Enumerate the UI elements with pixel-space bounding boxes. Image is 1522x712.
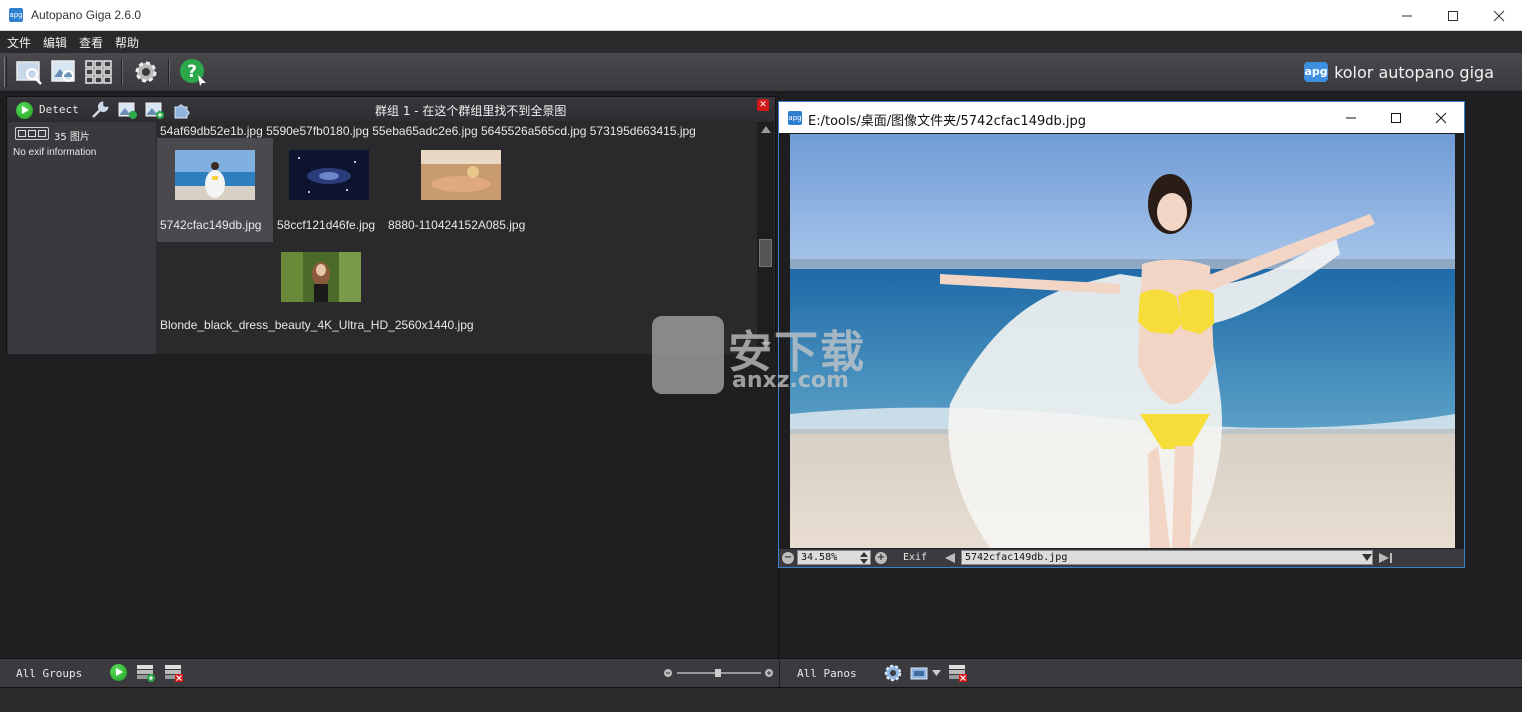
file-select-dropdown-icon[interactable] xyxy=(1362,554,1372,561)
viewer-title-bar: apg E:/tools/桌面/图像文件夹/5742cfac149db.jpg xyxy=(779,102,1464,133)
menu-view[interactable]: 查看 xyxy=(79,34,103,51)
viewer-minimize-button[interactable] xyxy=(1328,102,1374,133)
toolbar-grip[interactable] xyxy=(4,57,7,87)
scroll-thumb[interactable] xyxy=(759,239,772,267)
image-count: 35 图片 xyxy=(54,132,90,143)
close-icon xyxy=(1493,10,1505,21)
close-icon xyxy=(1435,112,1447,123)
toolbar-separator xyxy=(121,59,123,85)
brand-logo: apg kolor autopano giga xyxy=(1304,62,1494,82)
thumbnail-label: 58ccf121d46fe.jpg xyxy=(277,218,376,232)
maximize-icon xyxy=(1391,112,1401,123)
thumbnail-zoom-slider[interactable] xyxy=(663,668,775,678)
thumbnail-58ccf121d46fe[interactable] xyxy=(289,150,369,200)
status-bar xyxy=(0,687,1522,712)
thumbnail-label: 8880-110424152A085.jpg xyxy=(388,218,526,232)
remove-pano-icon[interactable] xyxy=(948,663,968,683)
group-header: Detect 群组 1 - 在这个群组里找不到全景图 ✕ xyxy=(7,97,775,121)
preview-image xyxy=(790,134,1455,548)
file-select[interactable]: 5742cfac149db.jpg xyxy=(961,550,1373,565)
exif-button[interactable]: Exif xyxy=(903,552,927,563)
group-info-sidebar: 35 图片 No exif information xyxy=(8,122,156,354)
exif-info: No exif information xyxy=(13,147,97,158)
puzzle-icon[interactable] xyxy=(172,100,192,120)
detect-play-icon[interactable] xyxy=(16,102,33,119)
all-groups-label: All Groups xyxy=(16,667,83,680)
thumbnail-8880-110424152A085[interactable] xyxy=(421,150,501,200)
menu-help[interactable]: 帮助 xyxy=(115,34,139,51)
groups-bottom-bar: All Groups xyxy=(0,658,779,687)
partial-row-filenames: 54af69db52e1b.jpg 5590e57fb0180.jpg 55eb… xyxy=(160,124,696,138)
scroll-up-arrow[interactable] xyxy=(761,126,771,133)
brand-text: kolor autopano giga xyxy=(1334,62,1494,82)
last-image-bar xyxy=(1390,553,1392,563)
toolbar-separator xyxy=(168,59,170,85)
viewer-app-icon: apg xyxy=(788,111,802,125)
prev-image-icon[interactable] xyxy=(945,553,955,563)
window-title: Autopano Giga 2.6.0 xyxy=(31,8,142,22)
group-title: 群组 1 - 在这个群组里找不到全景图 xyxy=(375,104,567,118)
zoom-in-button[interactable]: + xyxy=(875,552,887,564)
viewer-title: E:/tools/桌面/图像文件夹/5742cfac149db.jpg xyxy=(808,114,1086,129)
next-image-icon[interactable] xyxy=(1379,553,1389,563)
group-detect-icon[interactable] xyxy=(84,57,114,87)
viewer-maximize-button[interactable] xyxy=(1373,102,1419,133)
detect-button[interactable]: Detect xyxy=(39,103,79,116)
zoom-out-button[interactable]: − xyxy=(782,552,794,564)
pano-settings-gear-icon[interactable] xyxy=(883,663,903,683)
thumbnail-label: 5742cfac149db.jpg xyxy=(160,218,262,232)
settings-gear-icon[interactable] xyxy=(131,57,161,87)
all-panos-label: All Panos xyxy=(797,667,857,680)
viewer-close-button[interactable] xyxy=(1418,102,1464,133)
thumbnails-icon xyxy=(15,127,49,140)
menu-file[interactable]: 文件 xyxy=(7,34,31,51)
menu-edit[interactable]: 编辑 xyxy=(43,34,67,51)
remove-group-icon[interactable] xyxy=(164,663,184,683)
thumbnail-5742cfac149db[interactable] xyxy=(175,150,255,200)
edit-image-icon[interactable] xyxy=(118,100,138,120)
app-icon: apg xyxy=(9,8,23,22)
close-button[interactable] xyxy=(1476,0,1522,31)
select-images-icon[interactable] xyxy=(14,57,44,87)
zoom-spinner-icon[interactable] xyxy=(859,551,869,564)
render-icon[interactable] xyxy=(910,663,930,683)
main-toolbar: ? apg kolor autopano giga xyxy=(0,53,1522,92)
viewer-control-bar: − 34.58% + Exif 5742cfac149db.jpg xyxy=(779,549,1464,567)
group-close-button[interactable]: ✕ xyxy=(757,99,769,111)
thumbnail-label: Blonde_black_dress_beauty_4K_Ultra_HD_25… xyxy=(160,318,474,332)
add-group-icon[interactable] xyxy=(136,663,156,683)
panos-bottom-bar: All Panos xyxy=(780,658,1522,687)
wrench-icon[interactable] xyxy=(90,100,110,120)
image-viewer-window: apg E:/tools/桌面/图像文件夹/5742cfac149db.jpg xyxy=(778,101,1465,568)
minimize-icon xyxy=(1402,15,1412,16)
apg-logo: apg xyxy=(1304,62,1329,82)
minimize-icon xyxy=(1346,117,1356,118)
maximize-icon xyxy=(1448,10,1458,21)
watermark: 安下载 anxz.com xyxy=(652,312,872,396)
help-icon[interactable]: ? xyxy=(178,57,208,87)
watermark-domain: anxz.com xyxy=(732,368,849,393)
menu-bar: 文件 编辑 查看 帮助 xyxy=(0,31,1522,53)
svg-text:?: ? xyxy=(187,62,197,82)
import-images-icon[interactable] xyxy=(49,57,79,87)
maximize-button[interactable] xyxy=(1430,0,1476,31)
watermark-bag-icon xyxy=(652,316,724,394)
render-dropdown-icon[interactable] xyxy=(932,670,941,676)
minimize-button[interactable] xyxy=(1384,0,1430,31)
detect-all-play-icon[interactable] xyxy=(110,664,127,681)
thumbnail-blonde-black-dress[interactable] xyxy=(281,252,361,302)
add-image-icon[interactable] xyxy=(145,100,165,120)
window-title-bar: apg Autopano Giga 2.6.0 xyxy=(0,0,1522,31)
